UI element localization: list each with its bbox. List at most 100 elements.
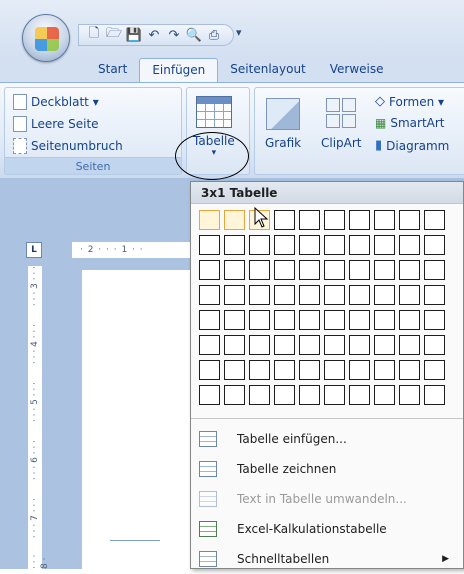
table-grid-cell[interactable]: [199, 210, 220, 230]
table-grid-cell[interactable]: [224, 235, 245, 255]
table-grid-cell[interactable]: [324, 235, 345, 255]
menu-item-tabelle-zeichnen[interactable]: Tabelle zeichnen: [191, 454, 463, 484]
diagramm-button[interactable]: ▮ Diagramm: [375, 138, 449, 153]
horizontal-ruler[interactable]: · 2 · · · 1 · ·: [72, 242, 192, 258]
print-preview-icon[interactable]: 🔍: [185, 26, 203, 44]
office-button[interactable]: [22, 14, 70, 62]
tab-einfuegen[interactable]: Einfügen: [139, 58, 219, 82]
table-grid-cell[interactable]: [424, 360, 445, 380]
table-grid-cell[interactable]: [299, 310, 320, 330]
table-grid-cell[interactable]: [249, 385, 270, 405]
table-grid-cell[interactable]: [224, 360, 245, 380]
table-grid-cell[interactable]: [399, 310, 420, 330]
table-grid-cell[interactable]: [274, 360, 295, 380]
table-grid-cell[interactable]: [199, 335, 220, 355]
table-grid-cell[interactable]: [349, 260, 370, 280]
open-icon[interactable]: 🗁: [105, 26, 123, 44]
table-grid-cell[interactable]: [374, 210, 395, 230]
table-grid-cell[interactable]: [374, 385, 395, 405]
tab-seitenlayout[interactable]: Seitenlayout: [218, 58, 317, 82]
table-grid-cell[interactable]: [324, 385, 345, 405]
smartart-button[interactable]: ▦ SmartArt: [375, 116, 445, 130]
table-grid-cell[interactable]: [399, 385, 420, 405]
table-grid-cell[interactable]: [299, 385, 320, 405]
table-grid-cell[interactable]: [299, 335, 320, 355]
table-grid-cell[interactable]: [199, 260, 220, 280]
table-grid-picker[interactable]: [199, 210, 449, 410]
vertical-ruler[interactable]: · · · 3 · · · · · · 4 · · · · · · 5 · · …: [28, 266, 50, 569]
table-grid-cell[interactable]: [399, 210, 420, 230]
table-grid-cell[interactable]: [324, 260, 345, 280]
table-grid-cell[interactable]: [324, 285, 345, 305]
table-grid-cell[interactable]: [399, 285, 420, 305]
grafik-button[interactable]: Grafik: [265, 98, 301, 150]
table-grid-cell[interactable]: [199, 360, 220, 380]
document-page[interactable]: [82, 270, 202, 570]
tab-verweise[interactable]: Verweise: [318, 58, 396, 82]
table-grid-cell[interactable]: [299, 210, 320, 230]
table-grid-cell[interactable]: [399, 360, 420, 380]
table-grid-cell[interactable]: [374, 335, 395, 355]
table-grid-cell[interactable]: [399, 335, 420, 355]
table-grid-cell[interactable]: [349, 310, 370, 330]
table-grid-cell[interactable]: [224, 310, 245, 330]
table-grid-cell[interactable]: [199, 285, 220, 305]
table-grid-cell[interactable]: [249, 285, 270, 305]
table-grid-cell[interactable]: [249, 310, 270, 330]
table-grid-cell[interactable]: [349, 385, 370, 405]
table-grid-cell[interactable]: [374, 285, 395, 305]
table-grid-cell[interactable]: [324, 360, 345, 380]
table-grid-cell[interactable]: [349, 235, 370, 255]
table-grid-cell[interactable]: [349, 210, 370, 230]
menu-item-tabelle-einfuegen[interactable]: Tabelle einfügen...: [191, 424, 463, 454]
table-grid-cell[interactable]: [374, 235, 395, 255]
formen-button[interactable]: ◇ Formen ▾: [375, 94, 444, 109]
new-document-icon[interactable]: 🗋: [85, 26, 103, 44]
table-grid-cell[interactable]: [374, 360, 395, 380]
table-grid-cell[interactable]: [274, 235, 295, 255]
table-grid-cell[interactable]: [424, 310, 445, 330]
table-grid-cell[interactable]: [224, 285, 245, 305]
table-grid-cell[interactable]: [424, 235, 445, 255]
table-grid-cell[interactable]: [274, 285, 295, 305]
redo-icon[interactable]: ↷: [165, 26, 183, 44]
table-grid-cell[interactable]: [274, 210, 295, 230]
table-grid-cell[interactable]: [299, 285, 320, 305]
table-grid-cell[interactable]: [224, 260, 245, 280]
leere-seite-button[interactable]: Leere Seite: [13, 116, 99, 132]
table-grid-cell[interactable]: [374, 260, 395, 280]
save-icon[interactable]: 💾: [125, 26, 143, 44]
table-grid-cell[interactable]: [299, 360, 320, 380]
tab-start[interactable]: Start: [86, 58, 139, 82]
seitenumbruch-button[interactable]: Seitenumbruch: [13, 138, 123, 154]
table-grid-cell[interactable]: [324, 310, 345, 330]
table-grid-cell[interactable]: [399, 260, 420, 280]
table-grid-cell[interactable]: [199, 310, 220, 330]
table-grid-cell[interactable]: [399, 235, 420, 255]
table-grid-cell[interactable]: [224, 210, 245, 230]
table-grid-cell[interactable]: [249, 360, 270, 380]
undo-icon[interactable]: ↶: [145, 26, 163, 44]
tab-selector-button[interactable]: L: [26, 242, 42, 258]
table-grid-cell[interactable]: [224, 335, 245, 355]
table-grid-cell[interactable]: [349, 335, 370, 355]
table-grid-cell[interactable]: [299, 235, 320, 255]
table-grid-cell[interactable]: [299, 260, 320, 280]
table-grid-cell[interactable]: [199, 385, 220, 405]
table-grid-cell[interactable]: [274, 310, 295, 330]
table-grid-cell[interactable]: [424, 335, 445, 355]
table-grid-cell[interactable]: [424, 260, 445, 280]
table-grid-cell[interactable]: [349, 285, 370, 305]
table-grid-cell[interactable]: [424, 385, 445, 405]
table-grid-cell[interactable]: [199, 235, 220, 255]
table-grid-cell[interactable]: [224, 385, 245, 405]
table-grid-cell[interactable]: [249, 260, 270, 280]
menu-item-schnelltabellen[interactable]: Schnelltabellen ▶: [191, 544, 463, 574]
table-grid-cell[interactable]: [274, 335, 295, 355]
table-grid-cell[interactable]: [249, 235, 270, 255]
table-grid-cell[interactable]: [274, 260, 295, 280]
customize-qat-button[interactable]: ▾: [236, 26, 242, 39]
table-grid-cell[interactable]: [249, 335, 270, 355]
table-grid-cell[interactable]: [349, 360, 370, 380]
table-grid-cell[interactable]: [424, 210, 445, 230]
